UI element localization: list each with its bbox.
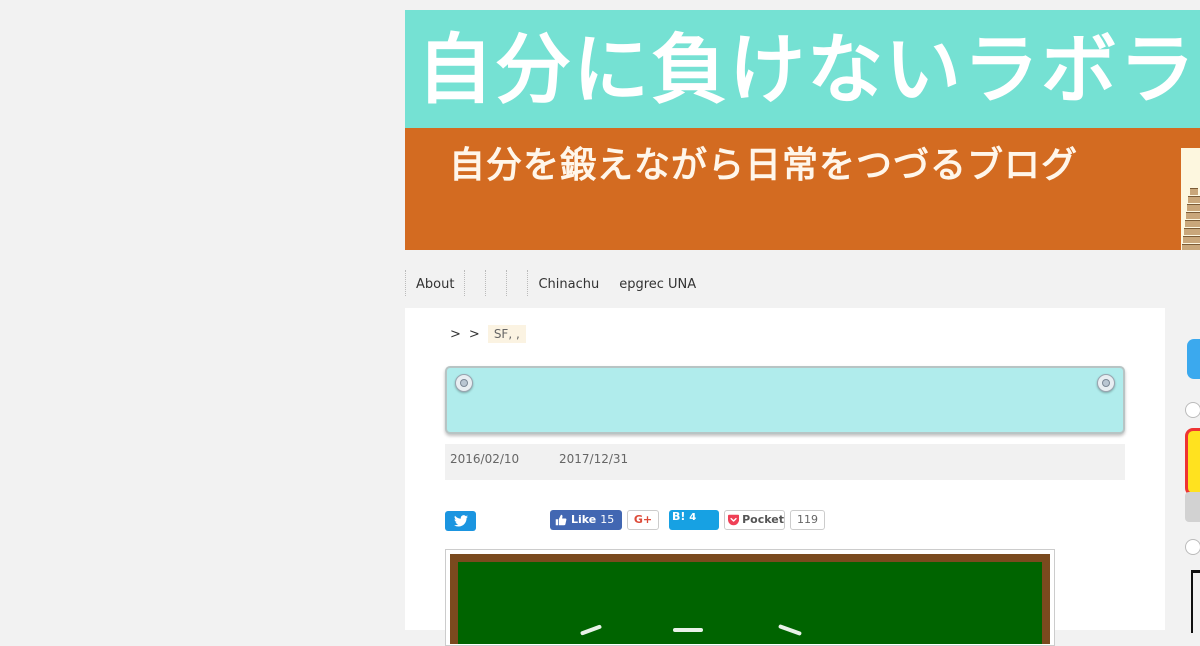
nav-item-empty-3[interactable]: [506, 270, 527, 296]
play-icon[interactable]: [1185, 539, 1200, 555]
blackboard-frame: [450, 554, 1050, 644]
nav-item-empty-1[interactable]: [464, 270, 485, 296]
breadcrumb: > > SF, ,: [450, 325, 526, 343]
nav-item-empty-2[interactable]: [485, 270, 506, 296]
facebook-like-label: Like: [571, 513, 597, 526]
breadcrumb-separator: >: [450, 326, 461, 342]
sidebar-illustration: [1191, 570, 1200, 633]
breadcrumb-current: SF, ,: [487, 325, 526, 343]
facebook-like-button[interactable]: Like 15: [550, 510, 622, 530]
play-icon[interactable]: [1185, 402, 1200, 418]
facebook-like-count: 15: [600, 513, 615, 526]
nav-item-epgrec-una[interactable]: epgrec UNA: [609, 270, 706, 296]
twitter-bird-icon: [453, 515, 468, 527]
hatena-bookmark-button[interactable]: B! 4: [669, 510, 719, 530]
global-nav: About Chinachu epgrec UNA: [405, 268, 706, 298]
banner-top-band: 自分に負けないラボラトリ: [405, 10, 1200, 128]
featured-image: [445, 549, 1055, 646]
site-subtitle: 自分を鍛えながら日常をつづるブログ: [449, 145, 1079, 186]
pocket-button[interactable]: Pocket: [724, 510, 785, 530]
pocket-icon: [728, 514, 740, 526]
nav-item-chinachu[interactable]: Chinachu: [527, 270, 609, 296]
post-date-published: 2016/02/10: [450, 452, 520, 466]
main-content-card: > > SF, , 2016/02/10 2017/12/31 Like 15 …: [405, 308, 1165, 646]
post-title-box: [445, 366, 1125, 434]
breadcrumb-separator: >: [468, 326, 480, 342]
thumbs-up-icon: [555, 514, 567, 526]
tower-illustration: [1181, 148, 1200, 250]
pushpin-icon: [1097, 374, 1115, 392]
sidebar-widget: [1185, 492, 1200, 522]
google-plus-button[interactable]: G+: [627, 510, 659, 530]
sidebar-twitter-button[interactable]: [1187, 339, 1200, 379]
sidebar-banner[interactable]: [1185, 428, 1200, 496]
pocket-count: 119: [790, 510, 825, 530]
site-title[interactable]: 自分に負けないラボラトリ: [417, 22, 1200, 117]
twitter-share-button[interactable]: [445, 511, 476, 531]
post-date-bar: 2016/02/10 2017/12/31: [445, 444, 1125, 480]
pushpin-icon: [455, 374, 473, 392]
pocket-label: Pocket: [742, 513, 784, 526]
header-banner[interactable]: 自分に負けないラボラトリ 自分を鍛えながら日常をつづるブログ: [405, 10, 1200, 250]
banner-bottom-band: 自分を鍛えながら日常をつづるブログ: [405, 128, 1200, 250]
blackboard-surface: [458, 562, 1042, 644]
hatena-bookmark-label: B!: [672, 510, 686, 523]
nav-item-about[interactable]: About: [405, 270, 464, 296]
post-date-updated: 2017/12/31: [559, 452, 629, 466]
hatena-bookmark-count: 4: [689, 512, 697, 523]
